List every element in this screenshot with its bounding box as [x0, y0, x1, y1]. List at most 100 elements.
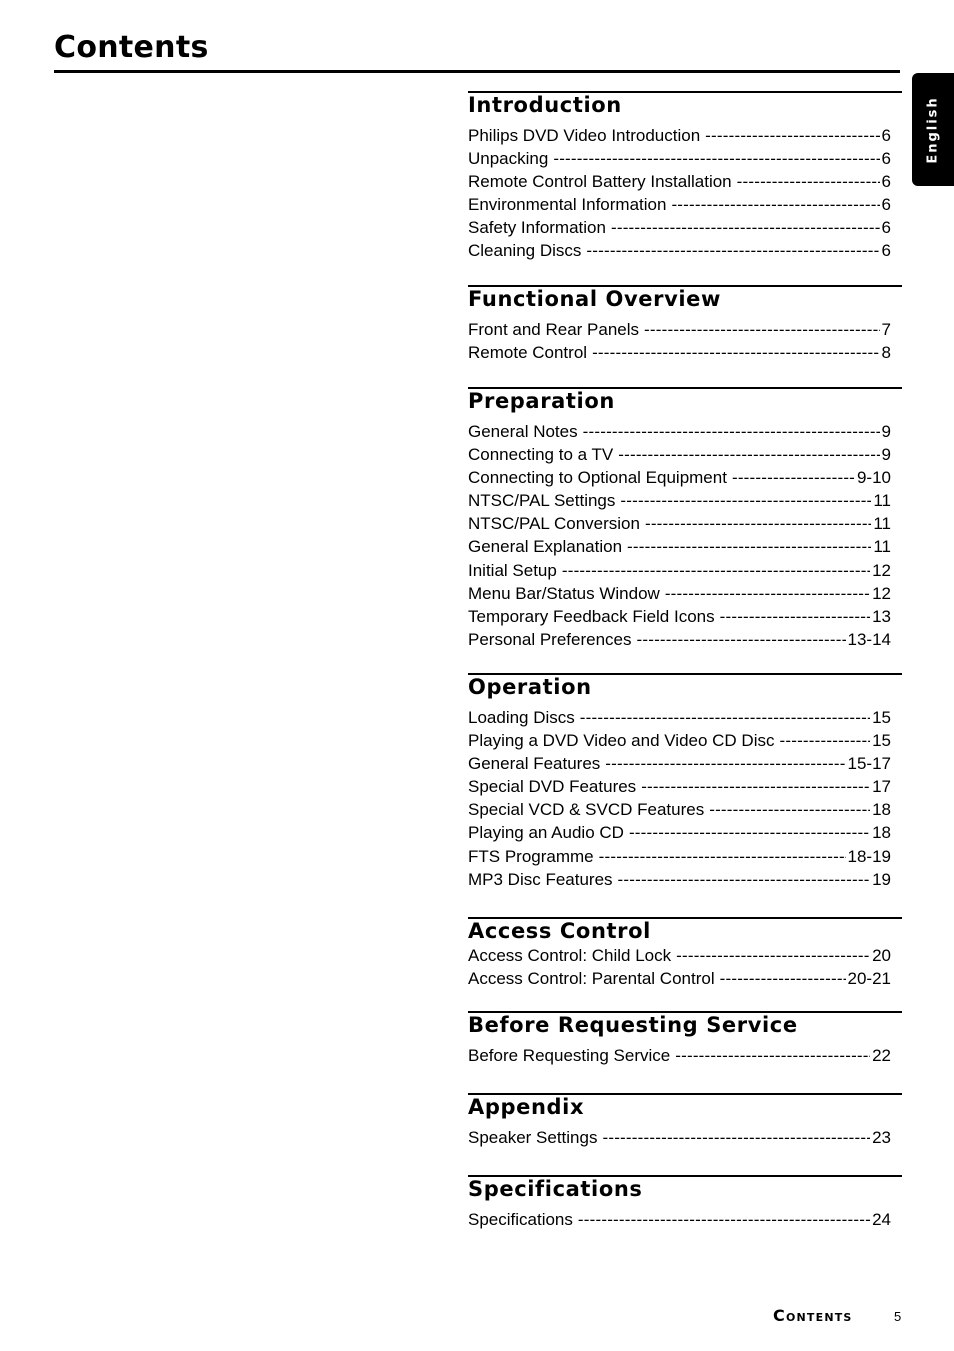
toc-entry[interactable]: NTSC/PAL Conversion 11 [468, 512, 891, 535]
toc-entry[interactable]: Special DVD Features 17 [468, 775, 891, 798]
entry-label: Remote Control Battery Installation [468, 172, 732, 192]
entry-page-number: 20-21 [847, 969, 891, 989]
toc-entry[interactable]: Access Control: Child Lock 20 [468, 944, 891, 967]
dot-leader [732, 466, 855, 489]
entry-page-number: 17 [872, 777, 891, 797]
toc-entry[interactable]: Remote Control 8 [468, 341, 891, 364]
section-title: Access Control [468, 919, 651, 943]
section-rule: Before Requesting Service [468, 1011, 902, 1036]
entry-page-number: 13 [872, 606, 891, 626]
entry-label: Temporary Feedback Field Icons [468, 606, 715, 626]
entry-list: Speaker Settings 23 [468, 1126, 902, 1149]
toc-section: Introduction Philips DVD Video Introducti… [468, 91, 902, 263]
entry-page-number: 9-10 [856, 468, 891, 488]
entry-label: Connecting to Optional Equipment [468, 468, 727, 488]
entry-page-number: 6 [881, 241, 891, 261]
dot-leader [720, 605, 870, 628]
dot-leader [737, 170, 880, 193]
entry-label: General Explanation [468, 537, 623, 557]
toc-entry[interactable]: Special VCD & SVCD Features 18 [468, 798, 891, 821]
toc-section: Appendix Speaker Settings 23 [468, 1093, 902, 1149]
toc-entry[interactable]: Access Control: Parental Control 20-21 [468, 967, 891, 990]
entry-page-number: 7 [881, 320, 891, 339]
entry-label: Specifications [468, 1210, 573, 1229]
dot-leader [602, 1126, 870, 1149]
toc-entry[interactable]: General Notes 9 [468, 420, 891, 443]
toc-entry[interactable]: Connecting to Optional Equipment 9-10 [468, 466, 891, 489]
toc-entry[interactable]: Temporary Feedback Field Icons 13 [468, 605, 891, 628]
section-title: Preparation [468, 389, 615, 413]
entry-list: Access Control: Child Lock20Access Contr… [468, 944, 902, 990]
entry-label: Safety Information [468, 218, 606, 238]
entry-list: Loading Discs15Playing a DVD Video and V… [468, 706, 902, 891]
toc-entry[interactable]: Cleaning Discs 6 [468, 239, 891, 262]
section-title: Specifications [468, 1177, 643, 1201]
dot-leader [599, 845, 846, 868]
entry-page-number: 12 [872, 560, 891, 580]
toc-entry[interactable]: Speaker Settings 23 [468, 1126, 891, 1149]
entry-page-number: 22 [872, 1046, 891, 1065]
entry-page-number: 18 [872, 823, 891, 843]
dot-leader [618, 868, 871, 891]
entry-page-number: 19 [872, 869, 891, 889]
toc-entry[interactable]: Philips DVD Video Introduction 6 [468, 124, 891, 147]
toc-entry[interactable]: MP3 Disc Features 19 [468, 868, 891, 891]
section-rule: Preparation [468, 387, 902, 412]
entry-label: General Notes [468, 422, 578, 441]
toc-entry[interactable]: NTSC/PAL Settings 11 [468, 489, 891, 512]
entry-page-number: 11 [873, 491, 891, 511]
section-rule: Introduction [468, 91, 902, 116]
entry-page-number: 6 [881, 172, 891, 192]
dot-leader [671, 193, 879, 216]
toc-section: Preparation General Notes9Connecting to a… [468, 387, 902, 651]
toc-entry[interactable]: Unpacking 6 [468, 147, 891, 170]
toc-entry[interactable]: Playing an Audio CD 18 [468, 821, 891, 844]
section-rule: Operation [468, 673, 902, 698]
toc-entry[interactable]: Specifications 24 [468, 1208, 891, 1231]
entry-label: NTSC/PAL Conversion [468, 514, 640, 534]
section-rule: Functional Overview [468, 285, 902, 310]
section-title: Before Requesting Service [468, 1013, 798, 1037]
entry-page-number: 12 [872, 583, 891, 603]
toc-entry[interactable]: Playing a DVD Video and Video CD Disc 15 [468, 729, 891, 752]
entry-page-number: 6 [881, 195, 891, 215]
dot-leader [645, 512, 871, 535]
toc-entry[interactable]: Personal Preferences 13-14 [468, 628, 891, 651]
toc-entry[interactable]: Environmental Information 6 [468, 193, 891, 216]
toc-entry[interactable]: Initial Setup 12 [468, 559, 891, 582]
toc-entry[interactable]: General Features 15-17 [468, 752, 891, 775]
dot-leader [553, 147, 879, 170]
dot-leader [605, 752, 845, 775]
entry-label: FTS Programme [468, 846, 594, 866]
toc-entry[interactable]: Remote Control Battery Installation 6 [468, 170, 891, 193]
toc-entry[interactable]: Front and Rear Panels 7 [468, 318, 891, 341]
toc-entry[interactable]: FTS Programme 18-19 [468, 845, 891, 868]
entry-label: Access Control: Parental Control [468, 969, 715, 989]
dot-leader [636, 628, 845, 651]
toc-entry[interactable]: Before Requesting Service 22 [468, 1044, 891, 1067]
toc-entry[interactable]: Menu Bar/Status Window 12 [468, 582, 891, 605]
footer-section-label: Contents [773, 1306, 853, 1325]
entry-list: Front and Rear Panels 7 Remote Control 8 [468, 318, 902, 364]
dot-leader [644, 318, 879, 341]
toc-entry[interactable]: Loading Discs 15 [468, 706, 891, 729]
entry-page-number: 18 [872, 800, 891, 820]
entry-page-number: 6 [881, 126, 891, 145]
toc-section: Functional Overview Front and Rear Panels… [468, 285, 902, 364]
dot-leader [618, 443, 879, 466]
entry-page-number: 6 [881, 218, 891, 238]
dot-leader [562, 559, 870, 582]
entry-page-number: 6 [881, 149, 891, 169]
entry-page-number: 15-17 [847, 754, 891, 774]
toc-entry[interactable]: Safety Information 6 [468, 216, 891, 239]
entry-label: Cleaning Discs [468, 241, 582, 261]
entry-page-number: 11 [873, 514, 891, 534]
toc-entry[interactable]: General Explanation 11 [468, 535, 891, 558]
footer-page-number: 5 [894, 1309, 902, 1324]
toc-entry[interactable]: Connecting to a TV 9 [468, 443, 891, 466]
dot-leader [675, 1044, 870, 1067]
section-rule: Appendix [468, 1093, 902, 1118]
entry-page-number: 20 [872, 946, 891, 965]
entry-label: Playing an Audio CD [468, 823, 624, 843]
entry-label: Special VCD & SVCD Features [468, 800, 705, 820]
